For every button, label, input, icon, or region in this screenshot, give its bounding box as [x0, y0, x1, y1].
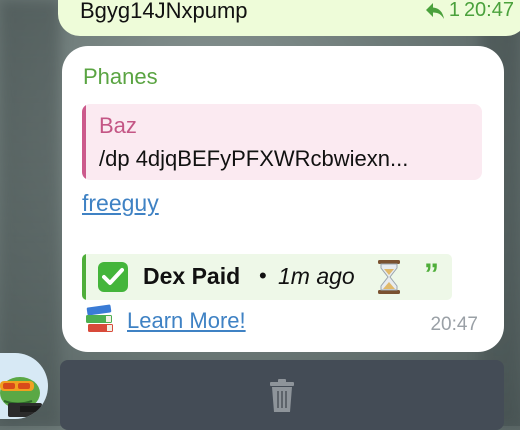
hourglass-icon — [378, 260, 400, 294]
embed-title: Dex Paid — [143, 263, 241, 289]
embed-relative-time: 1m ago — [278, 263, 355, 289]
quote-text: /dp 4djqBEFyPFXWRcbwiexn... — [99, 146, 409, 171]
previous-message-time: 20:47 — [463, 0, 514, 21]
quote-icon: ” — [424, 258, 439, 291]
learn-more-link[interactable]: Learn More! — [127, 308, 246, 334]
sender-name[interactable]: Phanes — [83, 64, 158, 90]
reply-arrow-icon — [425, 2, 444, 19]
trash-icon[interactable] — [266, 378, 298, 414]
previous-message-text: Bgyg14JNxpump — [80, 0, 248, 23]
reply-quote[interactable]: Baz /dp 4djqBEFyPFXWRcbwiexn... — [82, 104, 482, 180]
message-bubble[interactable]: Phanes Baz /dp 4djqBEFyPFXWRcbwiexn... f… — [62, 46, 504, 352]
previous-message-meta: 1 20:47 — [425, 0, 514, 22]
embed-accent-bar — [82, 254, 86, 300]
books-icon — [86, 304, 113, 332]
reply-count: 1 — [448, 0, 460, 21]
check-mark-icon — [98, 262, 128, 292]
embed-separator: • — [259, 263, 267, 288]
freeguy-link[interactable]: freeguy — [82, 190, 159, 217]
selection-action-bar — [60, 360, 504, 430]
message-time: 20:47 — [430, 314, 478, 335]
dex-paid-block: Dex Paid • 1m ago ” — [82, 254, 452, 300]
quote-author: Baz — [99, 113, 137, 138]
quote-accent-bar — [82, 104, 86, 180]
